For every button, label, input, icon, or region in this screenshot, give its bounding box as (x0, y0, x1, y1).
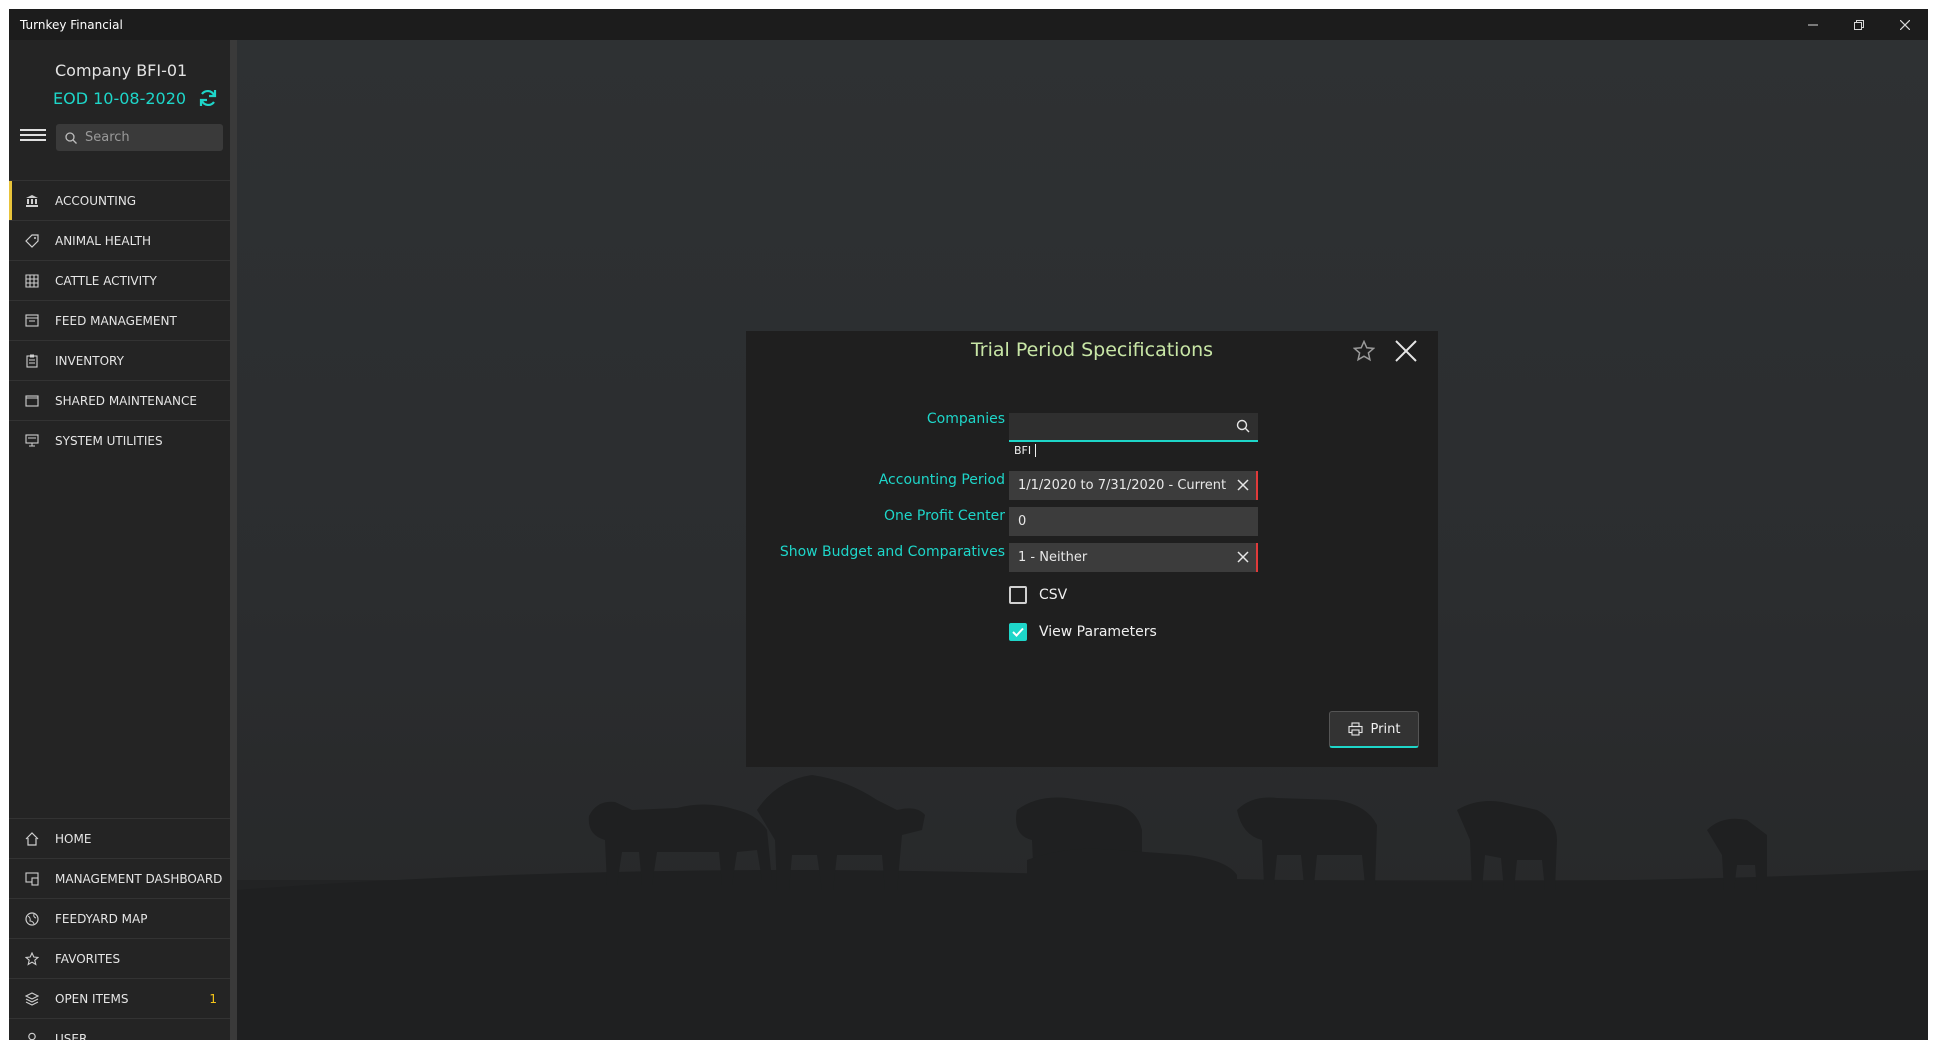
app-window: Turnkey Financial Company BFI-01 EOD 10-… (9, 9, 1928, 1040)
profit-center-label: One Profit Center (883, 508, 1005, 524)
layers-icon (24, 991, 40, 1007)
feed-icon (24, 313, 40, 329)
nav-item-shared-maintenance[interactable]: SHARED MAINTENANCE (9, 380, 230, 420)
nav-item-inventory[interactable]: INVENTORY (9, 340, 230, 380)
companies-search-icon[interactable] (1236, 419, 1250, 433)
window-controls (1790, 9, 1928, 40)
title-bar: Turnkey Financial (9, 9, 1928, 40)
nav-item-feed-management[interactable]: FEED MANAGEMENT (9, 300, 230, 340)
grid-icon (24, 273, 40, 289)
budget-comparatives-field[interactable]: 1 - Neither (1009, 543, 1258, 572)
restore-icon (1854, 19, 1864, 30)
dialog-title: Trial Period Specifications (970, 339, 1214, 361)
printer-icon (1347, 722, 1363, 736)
restore-button[interactable] (1836, 9, 1882, 40)
dashboard-icon (24, 871, 40, 887)
text-caret (1035, 444, 1037, 457)
nav-item-management-dashboard[interactable]: MANAGEMENT DASHBOARD (9, 858, 230, 898)
tag-icon (24, 233, 40, 249)
csv-checkbox-row[interactable]: CSV (1009, 586, 1067, 604)
monitor-icon (24, 433, 40, 449)
nav-label: HOME (55, 831, 92, 846)
search-icon (65, 131, 77, 144)
clear-icon[interactable] (1236, 550, 1250, 564)
nav-label: OPEN ITEMS (55, 991, 129, 1006)
app-title: Turnkey Financial (20, 17, 123, 32)
print-label: Print (1370, 721, 1401, 737)
nav-item-favorites[interactable]: FAVORITES (9, 938, 230, 978)
nav-label: FEEDYARD MAP (55, 911, 148, 926)
profit-center-field[interactable]: 0 (1009, 507, 1258, 536)
main-nav: ACCOUNTING ANIMAL HEALTH CATTLE ACTIVITY… (9, 180, 230, 460)
bottom-nav: HOME MANAGEMENT DASHBOARD FEEDYARD MAP F… (9, 818, 230, 1040)
nav-item-accounting[interactable]: ACCOUNTING (9, 180, 230, 221)
companies-chip-label: BFI (1014, 444, 1032, 457)
nav-item-open-items[interactable]: OPEN ITEMS 1 (9, 978, 230, 1018)
minimize-button[interactable] (1790, 9, 1836, 40)
clipboard-icon (24, 353, 40, 369)
nav-item-cattle-activity[interactable]: CATTLE ACTIVITY (9, 260, 230, 300)
open-items-badge: 1 (209, 991, 217, 1006)
nav-label: SHARED MAINTENANCE (55, 393, 197, 408)
user-icon (24, 1031, 40, 1041)
accounting-period-value: 1/1/2020 to 7/31/2020 - Current (1018, 478, 1227, 493)
checkmark-icon (1012, 627, 1024, 637)
globe-icon (24, 911, 40, 927)
home-icon (24, 831, 40, 847)
nav-item-system-utilities[interactable]: SYSTEM UTILITIES (9, 420, 230, 460)
budget-comparatives-label: Show Budget and Comparatives (779, 544, 1005, 560)
nav-label: INVENTORY (55, 353, 124, 368)
csv-label: CSV (1039, 587, 1068, 603)
close-icon (1900, 19, 1910, 30)
eod-label: EOD 10-08-2020 (53, 88, 187, 108)
accounting-period-label: Accounting Period (878, 472, 1005, 488)
nav-item-animal-health[interactable]: ANIMAL HEALTH (9, 220, 230, 260)
hamburger-menu-icon[interactable] (20, 129, 46, 145)
nav-label: SYSTEM UTILITIES (55, 433, 163, 448)
company-name: Company BFI-01 (55, 61, 188, 80)
view-parameters-checkbox[interactable] (1009, 623, 1027, 641)
star-icon (24, 951, 40, 967)
nav-item-home[interactable]: HOME (9, 818, 230, 858)
bank-icon (24, 193, 40, 209)
nav-label: CATTLE ACTIVITY (55, 273, 157, 288)
view-parameters-row[interactable]: View Parameters (1009, 623, 1157, 641)
print-button[interactable]: Print (1329, 711, 1419, 748)
nav-item-feedyard-map[interactable]: FEEDYARD MAP (9, 898, 230, 938)
nav-item-user[interactable]: USER (9, 1018, 230, 1040)
accounting-period-field[interactable]: 1/1/2020 to 7/31/2020 - Current (1009, 471, 1258, 500)
nav-label: ANIMAL HEALTH (55, 233, 151, 248)
minimize-icon (1808, 24, 1818, 25)
nav-label: MANAGEMENT DASHBOARD (55, 871, 223, 886)
close-window-button[interactable] (1882, 9, 1928, 40)
companies-label: Companies (926, 411, 1005, 427)
budget-comparatives-value: 1 - Neither (1018, 550, 1088, 565)
companies-field[interactable] (1009, 413, 1258, 442)
favorite-star-icon[interactable] (1352, 339, 1376, 366)
dialog-close-icon[interactable] (1394, 339, 1418, 367)
sidebar-search (56, 124, 223, 151)
eod-date: EOD 10-08-2020 (53, 88, 218, 108)
folder-icon (24, 393, 40, 409)
profit-center-value: 0 (1018, 514, 1027, 529)
nav-label: FAVORITES (55, 951, 121, 966)
search-input[interactable] (83, 129, 217, 146)
nav-label: USER (55, 1031, 88, 1041)
view-parameters-label: View Parameters (1039, 624, 1157, 640)
sidebar: Company BFI-01 EOD 10-08-2020 ACCOUNTING… (9, 40, 237, 1040)
nav-label: ACCOUNTING (55, 193, 137, 208)
clear-icon[interactable] (1236, 478, 1250, 492)
refresh-icon[interactable] (198, 88, 218, 108)
trial-period-dialog: Trial Period Specifications Companies BF… (746, 331, 1438, 767)
csv-checkbox[interactable] (1009, 586, 1027, 604)
companies-selected-chip: BFI (1014, 444, 1037, 457)
nav-label: FEED MANAGEMENT (55, 313, 177, 328)
